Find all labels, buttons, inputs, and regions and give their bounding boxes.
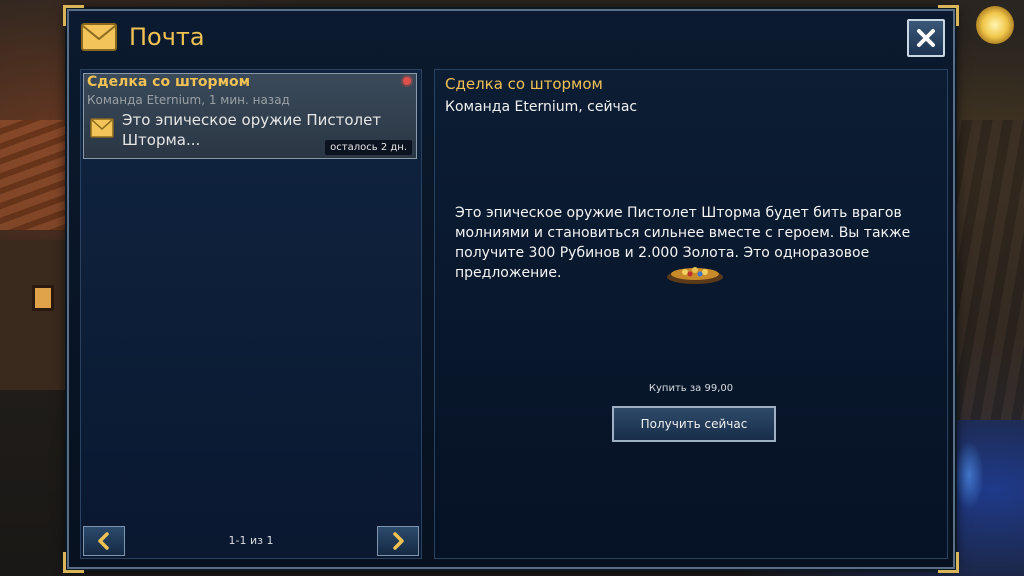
- background-glow: [954, 440, 984, 510]
- mail-item-subject: Сделка со штормом: [87, 74, 251, 90]
- page-title: Почта: [129, 23, 205, 51]
- window-header: Почта: [69, 11, 953, 69]
- pagination: 1-1 из 1: [81, 520, 421, 558]
- envelope-icon: [81, 23, 117, 51]
- mail-sender: Команда Eternium, сейчас: [445, 99, 638, 115]
- mail-body: Это эпическое оружие Пистолет Шторма буд…: [455, 205, 911, 281]
- background-buildings: [952, 120, 1024, 420]
- unread-dot-icon: [403, 77, 411, 85]
- background-roof: [0, 120, 70, 230]
- mail-subject: Сделка со штормом: [445, 75, 603, 93]
- close-icon: [917, 29, 935, 47]
- get-now-button[interactable]: Получить сейчас: [612, 406, 776, 442]
- next-page-button[interactable]: [377, 526, 419, 556]
- price-label: Купить за 99,00: [648, 383, 734, 394]
- background-window: [32, 285, 54, 311]
- close-button[interactable]: [907, 19, 945, 57]
- mail-list-panel: Сделка со штормом Команда Eternium, 1 ми…: [80, 69, 422, 559]
- expiry-badge: осталось 2 дн.: [325, 140, 412, 155]
- mail-detail-panel: Сделка со штормом Команда Eternium, сейч…: [434, 69, 948, 559]
- sun-icon: [976, 6, 1014, 44]
- background-house: [0, 240, 66, 390]
- mail-item-sender: Команда Eternium, 1 мин. назад: [87, 93, 290, 107]
- page-indicator: 1-1 из 1: [228, 534, 274, 547]
- envelope-icon: [90, 118, 114, 138]
- chevron-right-icon: [393, 532, 404, 550]
- mail-list-item[interactable]: Сделка со штормом Команда Eternium, 1 ми…: [83, 73, 417, 159]
- mail-window: Почта Сделка со штормом Команда Eternium…: [63, 5, 959, 573]
